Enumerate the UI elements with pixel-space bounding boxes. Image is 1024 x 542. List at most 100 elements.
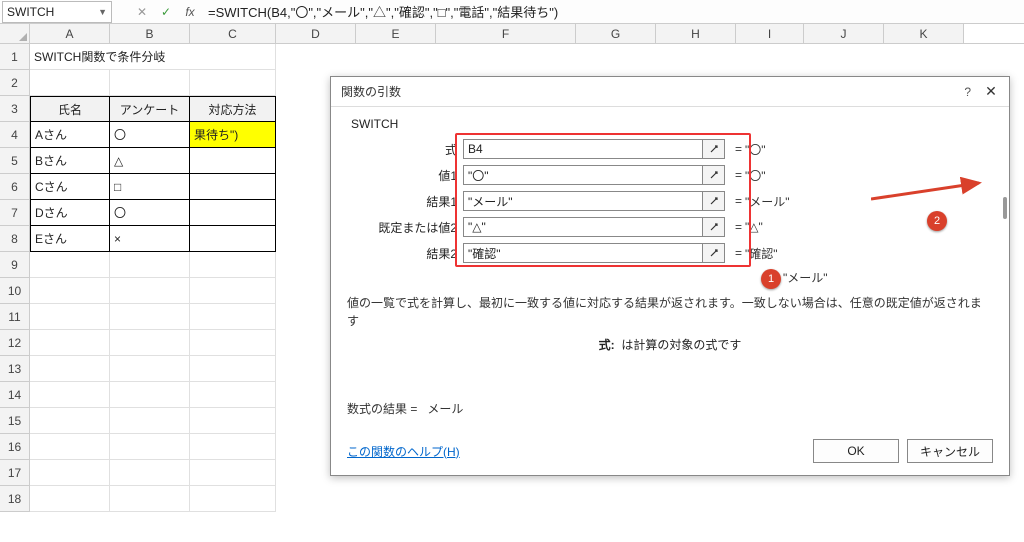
function-result: "メール" bbox=[779, 269, 828, 286]
annotation-number-2: 2 bbox=[927, 211, 947, 231]
formula-text: =SWITCH(B4,"〇","メール","△","確認","□","電話","… bbox=[208, 2, 558, 21]
arg-input-value1[interactable]: "〇" bbox=[463, 165, 703, 185]
col-header-A[interactable]: A bbox=[30, 24, 110, 43]
argument-row: 結果2 "確認" = "確認" bbox=[347, 241, 993, 265]
col-header-C[interactable]: C bbox=[190, 24, 276, 43]
range-picker-icon[interactable] bbox=[703, 139, 725, 159]
arg-eval: "△" bbox=[741, 220, 763, 234]
table-header[interactable]: 氏名 bbox=[30, 96, 110, 122]
chevron-down-icon[interactable]: ▼ bbox=[98, 7, 107, 17]
row-header[interactable]: 11 bbox=[0, 304, 30, 330]
function-arguments-dialog: 関数の引数 ? ✕ SWITCH 式 B4 = "〇" 値1 "〇" = "〇"… bbox=[330, 76, 1010, 476]
fx-icon[interactable]: fx bbox=[178, 5, 202, 19]
range-picker-icon[interactable] bbox=[703, 217, 725, 237]
function-description: 値の一覧で式を計算し、最初に一致する値に対応する結果が返されます。一致しない場合… bbox=[347, 294, 993, 330]
col-header-F[interactable]: F bbox=[436, 24, 576, 43]
table-cell[interactable]: □ bbox=[110, 174, 190, 200]
table-cell[interactable] bbox=[190, 174, 276, 200]
table-cell[interactable]: Dさん bbox=[30, 200, 110, 226]
row-header[interactable]: 3 bbox=[0, 96, 30, 122]
row-header[interactable]: 14 bbox=[0, 382, 30, 408]
arg-label: 式 bbox=[347, 141, 463, 158]
col-header-J[interactable]: J bbox=[804, 24, 884, 43]
equals-label: = bbox=[725, 142, 741, 156]
table-cell[interactable]: × bbox=[110, 226, 190, 252]
dialog-title: 関数の引数 bbox=[341, 83, 401, 100]
dialog-titlebar[interactable]: 関数の引数 ? ✕ bbox=[331, 77, 1009, 107]
col-header-G[interactable]: G bbox=[576, 24, 656, 43]
function-help-link[interactable]: この関数のヘルプ(H) bbox=[347, 443, 460, 460]
row-header[interactable]: 4 bbox=[0, 122, 30, 148]
col-header-B[interactable]: B bbox=[110, 24, 190, 43]
dialog-help-button[interactable]: ? bbox=[964, 85, 971, 99]
row-header[interactable]: 17 bbox=[0, 460, 30, 486]
arg-eval: "〇" bbox=[741, 141, 766, 158]
column-headers: A B C D E F G H I J K bbox=[0, 24, 1024, 44]
arg-label: 結果2 bbox=[347, 245, 463, 262]
row-header[interactable]: 13 bbox=[0, 356, 30, 382]
select-all-corner[interactable] bbox=[0, 24, 30, 43]
table-cell[interactable] bbox=[190, 226, 276, 252]
arg-input-result2[interactable]: "確認" bbox=[463, 243, 703, 263]
table-header[interactable]: 対応方法 bbox=[190, 96, 276, 122]
arg-input-result1[interactable]: "メール" bbox=[463, 191, 703, 211]
arg-input-expression[interactable]: B4 bbox=[463, 139, 703, 159]
formula-result: 数式の結果 = メール bbox=[347, 400, 463, 417]
arg-label: 結果1 bbox=[347, 193, 463, 210]
row-header[interactable]: 7 bbox=[0, 200, 30, 226]
row-header[interactable]: 16 bbox=[0, 434, 30, 460]
arg-eval: "確認" bbox=[741, 245, 778, 262]
arg-eval: "メール" bbox=[741, 193, 790, 210]
arg-eval: "〇" bbox=[741, 167, 766, 184]
formula-bar: SWITCH ▼ ✕ ✓ fx =SWITCH(B4,"〇","メール","△"… bbox=[0, 0, 1024, 24]
range-picker-icon[interactable] bbox=[703, 243, 725, 263]
table-cell[interactable]: 〇 bbox=[110, 122, 190, 148]
col-header-D[interactable]: D bbox=[276, 24, 356, 43]
formula-cancel-button[interactable]: ✕ bbox=[130, 1, 154, 23]
name-box[interactable]: SWITCH ▼ bbox=[2, 1, 112, 23]
row-header[interactable]: 18 bbox=[0, 486, 30, 512]
table-cell[interactable] bbox=[190, 148, 276, 174]
argument-row: 式 B4 = "〇" bbox=[347, 137, 993, 161]
close-icon[interactable]: ✕ bbox=[983, 84, 999, 100]
table-cell[interactable]: △ bbox=[110, 148, 190, 174]
ok-button[interactable]: OK bbox=[813, 439, 899, 463]
range-picker-icon[interactable] bbox=[703, 191, 725, 211]
formula-input[interactable]: =SWITCH(B4,"〇","メール","△","確認","□","電話","… bbox=[202, 1, 1024, 23]
col-header-I[interactable]: I bbox=[736, 24, 804, 43]
row-header[interactable]: 1 bbox=[0, 44, 30, 70]
col-header-E[interactable]: E bbox=[356, 24, 436, 43]
arg-input-value2[interactable]: "△" bbox=[463, 217, 703, 237]
arg-label: 既定または値2 bbox=[347, 219, 463, 236]
table-cell[interactable]: Bさん bbox=[30, 148, 110, 174]
cell-title[interactable]: SWITCH関数で条件分岐 bbox=[30, 44, 276, 70]
row-header[interactable]: 6 bbox=[0, 174, 30, 200]
table-cell[interactable]: 〇 bbox=[110, 200, 190, 226]
dialog-scrollbar[interactable] bbox=[1003, 197, 1007, 219]
argument-description: 式: は計算の対象の式です bbox=[347, 336, 993, 353]
table-cell[interactable] bbox=[190, 200, 276, 226]
table-header[interactable]: アンケート bbox=[110, 96, 190, 122]
formula-confirm-button[interactable]: ✓ bbox=[154, 1, 178, 23]
active-cell[interactable]: 果待ち") bbox=[190, 122, 276, 148]
col-header-H[interactable]: H bbox=[656, 24, 736, 43]
row-header[interactable]: 10 bbox=[0, 278, 30, 304]
table-cell[interactable]: Eさん bbox=[30, 226, 110, 252]
name-box-text: SWITCH bbox=[7, 5, 54, 19]
row-header[interactable]: 2 bbox=[0, 70, 30, 96]
annotation-number-1: 1 bbox=[761, 269, 781, 289]
row-header[interactable]: 5 bbox=[0, 148, 30, 174]
row-header[interactable]: 8 bbox=[0, 226, 30, 252]
cancel-button[interactable]: キャンセル bbox=[907, 439, 993, 463]
argument-row: 既定または値2 "△" = "△" bbox=[347, 215, 993, 239]
table-cell[interactable]: Aさん bbox=[30, 122, 110, 148]
annotation-arrow-icon bbox=[871, 177, 991, 207]
range-picker-icon[interactable] bbox=[703, 165, 725, 185]
row-header[interactable]: 9 bbox=[0, 252, 30, 278]
function-name: SWITCH bbox=[351, 117, 993, 131]
arg-label: 値1 bbox=[347, 167, 463, 184]
row-header[interactable]: 15 bbox=[0, 408, 30, 434]
col-header-K[interactable]: K bbox=[884, 24, 964, 43]
table-cell[interactable]: Cさん bbox=[30, 174, 110, 200]
row-header[interactable]: 12 bbox=[0, 330, 30, 356]
